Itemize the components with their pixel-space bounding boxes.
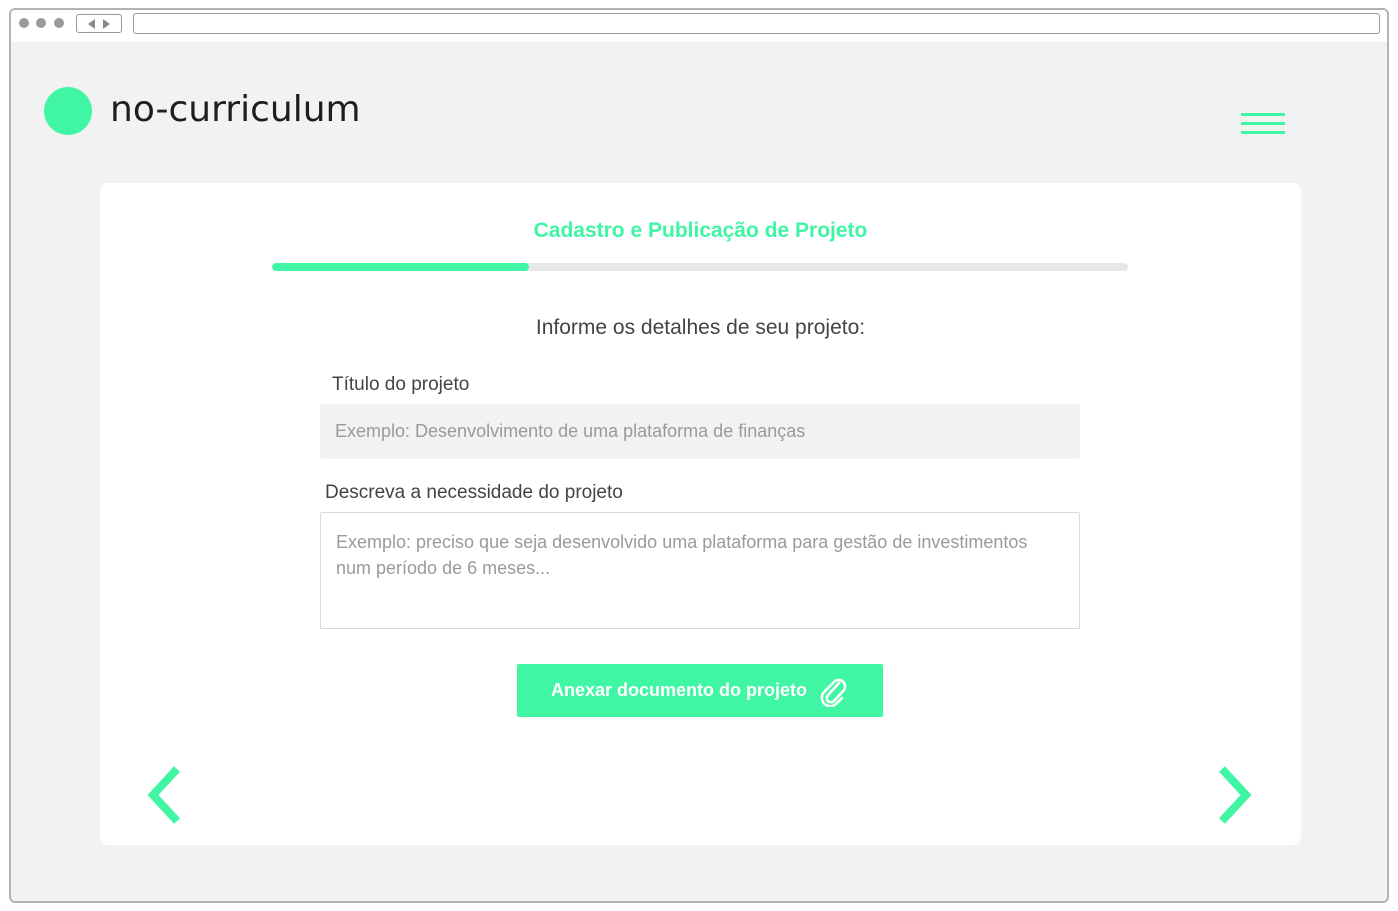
forward-triangle-icon[interactable]	[102, 18, 110, 29]
window-dot-icon	[19, 18, 29, 28]
browser-toolbar	[11, 10, 1387, 42]
paperclip-icon	[820, 678, 847, 707]
next-step-button[interactable]	[1215, 765, 1255, 825]
menu-bar	[1241, 131, 1285, 134]
window-dot-icon	[36, 18, 46, 28]
progress-fill	[272, 263, 529, 271]
address-bar[interactable]	[133, 13, 1380, 34]
browser-nav-buttons[interactable]	[76, 14, 122, 33]
page: no-curriculum Cadastro e Publicação de P…	[16, 42, 1382, 899]
menu-bar	[1241, 122, 1285, 125]
window-dot-icon	[54, 18, 64, 28]
project-title-label: Título do projeto	[332, 374, 470, 395]
project-description-textarea[interactable]	[320, 512, 1080, 629]
app-logo-text: no-curriculum	[110, 89, 361, 130]
chevron-right-icon[interactable]	[1215, 765, 1255, 825]
form-card: Cadastro e Publicação de Projeto Informe…	[100, 183, 1301, 845]
project-title-input[interactable]	[320, 404, 1080, 459]
form-subtitle: Informe os detalhes de seu projeto:	[535, 316, 866, 339]
attach-document-button[interactable]: Anexar documento do projeto	[517, 664, 883, 717]
logo-circle-icon	[44, 87, 92, 135]
previous-step-button[interactable]	[144, 765, 184, 825]
form-title: Cadastro e Publicação de Projeto	[533, 219, 868, 242]
menu-bar	[1241, 113, 1285, 116]
project-description-label: Descreva a necessidade do projeto	[325, 482, 623, 503]
browser-window: no-curriculum Cadastro e Publicação de P…	[9, 8, 1389, 903]
attach-document-label: Anexar documento do projeto	[550, 680, 808, 700]
back-triangle-icon[interactable]	[88, 18, 96, 29]
progress-bar	[272, 263, 1128, 271]
hamburger-menu-icon[interactable]	[1241, 113, 1285, 137]
chevron-left-icon[interactable]	[144, 765, 184, 825]
